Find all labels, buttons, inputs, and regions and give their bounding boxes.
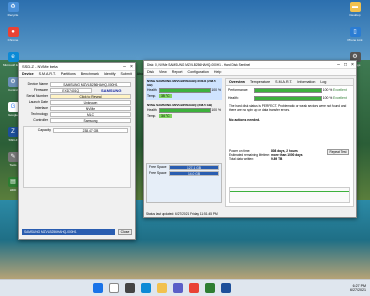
hds-titlebar[interactable]: Disk: 0, NVMe SAMSUNG MZVLB256HAHQ-000H1… (144, 61, 356, 69)
control-panel-icon: ⚙ (7, 77, 19, 87)
free-space-row: Free Space 14.0 GB (147, 170, 221, 176)
repeat-test-button[interactable]: Repeat Test (327, 149, 349, 155)
partition-panel: Free Space 127.1 GB Free Space 14.0 GB (146, 163, 222, 203)
close-icon[interactable]: × (128, 64, 135, 70)
chrome-icon[interactable] (189, 283, 199, 293)
samsung-logo: SAMSUNG (101, 87, 122, 93)
device-select[interactable]: SAMSUNG MZVLB256HAHQ-000H1 (22, 229, 115, 235)
performance-row: Performance: 100 % Excellent (228, 87, 347, 93)
close-icon[interactable]: × (349, 62, 356, 68)
field-row: Capacity 238.47 GB (24, 127, 130, 133)
search-icon[interactable] (109, 283, 119, 293)
menu-view[interactable]: View (159, 70, 167, 74)
tab-information[interactable]: Information (297, 80, 315, 84)
health-row: Health: 100 % Excellent (228, 95, 347, 101)
tab-temperature[interactable]: Temperature (250, 80, 270, 84)
health-bar (159, 87, 211, 93)
menu-configuration[interactable]: Configuration (188, 70, 209, 74)
status-message: The hard disk status is PERFECT. Problem… (229, 104, 347, 112)
hdd-icon: ▤ (7, 177, 19, 187)
ssdz-icon: Z (7, 127, 19, 137)
serial-reveal[interactable]: Click to Reveal (50, 93, 131, 99)
tab-device[interactable]: Device (22, 72, 34, 76)
desktop-icon[interactable]: ♻ Recycle (2, 2, 24, 24)
tab-smart[interactable]: S.M.A.R.T. (275, 80, 292, 84)
health-graph (229, 187, 350, 203)
hds-menu: Disk View Report Configuration Help (144, 69, 356, 76)
tab-identify[interactable]: Identify (104, 72, 116, 76)
clock[interactable]: 6:27 PM 6/27/2021 (350, 284, 366, 292)
tools-icon: ✎ (7, 152, 19, 162)
hdd-sentinel-icon[interactable] (205, 283, 215, 293)
taskbar: 6:27 PM 6/27/2021 (0, 279, 370, 296)
desktop-folder-icon: ▬ (349, 2, 361, 12)
menu-report[interactable]: Report (172, 70, 183, 74)
task-view-icon[interactable] (125, 283, 135, 293)
tab-submit[interactable]: Submit (121, 72, 132, 76)
taskbar-apps (90, 283, 234, 293)
performance-bar (254, 87, 322, 93)
disk-list: NVMe SAMSUNG MZVLB256HAHQ-000H1 (238.5 G… (146, 78, 222, 207)
menu-disk[interactable]: Disk (147, 70, 154, 74)
window-title: Disk: 0, NVMe SAMSUNG MZVLB256HAHQ-000H1… (147, 62, 251, 67)
hds-window: Disk: 0, NVMe SAMSUNG MZVLB256HAHQ-000H1… (143, 60, 357, 218)
chrome-icon: ● (7, 27, 19, 37)
ssdz-window: SSD-Z - NVMe beta – × Device S.M.A.R.T. P… (18, 62, 146, 240)
health-bar (254, 95, 322, 101)
status-bar: Status last updated: 6/27/2021 Friday 11… (146, 212, 218, 216)
window-title: SSD-Z - NVMe beta (22, 64, 58, 69)
desktop-icon[interactable]: ▬ Desktop (344, 2, 366, 24)
edge-icon[interactable] (141, 283, 151, 293)
tab-log[interactable]: Log (320, 80, 326, 84)
minimize-icon[interactable]: – (335, 62, 342, 68)
phone-link-icon: ▯ (349, 27, 361, 37)
tab-overview[interactable]: Overview (229, 80, 245, 84)
edge-icon: e (7, 52, 19, 62)
health-bar (159, 107, 211, 113)
close-button[interactable]: Close (118, 229, 132, 235)
field-row: Controller Samsung (21, 117, 133, 123)
recycle-bin-icon: ♻ (7, 2, 19, 12)
panel-tabs: Overview Temperature S.M.A.R.T. Informat… (226, 79, 353, 86)
disk-item[interactable]: NVMe SAMSUNG MZVLB256HAHQ-000H1 (238.5 G… (146, 78, 222, 100)
minimize-icon[interactable]: – (121, 64, 128, 70)
maximize-icon[interactable]: □ (342, 62, 349, 68)
start-icon[interactable] (93, 283, 103, 293)
ssdz-icon[interactable] (221, 283, 231, 293)
tab-smart[interactable]: S.M.A.R.T. (39, 72, 56, 76)
store-icon[interactable] (173, 283, 183, 293)
overview-panel: Overview Temperature S.M.A.R.T. Informat… (225, 78, 354, 207)
disk-item[interactable]: NVMe SAMSUNG MZVLB256HAHQ (238.5 GB) Hea… (146, 102, 222, 120)
tab-benchmark[interactable]: Benchmark (81, 72, 99, 76)
desktop-icon[interactable]: ● Chrome (2, 27, 24, 49)
tab-partitions[interactable]: Partitions (61, 72, 76, 76)
google-icon: G (7, 102, 19, 112)
menu-help[interactable]: Help (214, 70, 221, 74)
desktop-icon[interactable]: ▯ Phone Link (344, 27, 366, 49)
ssdz-tabs: Device S.M.A.R.T. Partitions Benchmark I… (19, 71, 146, 78)
ssdz-titlebar[interactable]: SSD-Z - NVMe beta – × (19, 63, 135, 71)
file-explorer-icon[interactable] (157, 283, 167, 293)
no-actions-text: No actions needed. (229, 118, 261, 122)
details-grid: Capacity 238.47 GB (23, 126, 131, 188)
